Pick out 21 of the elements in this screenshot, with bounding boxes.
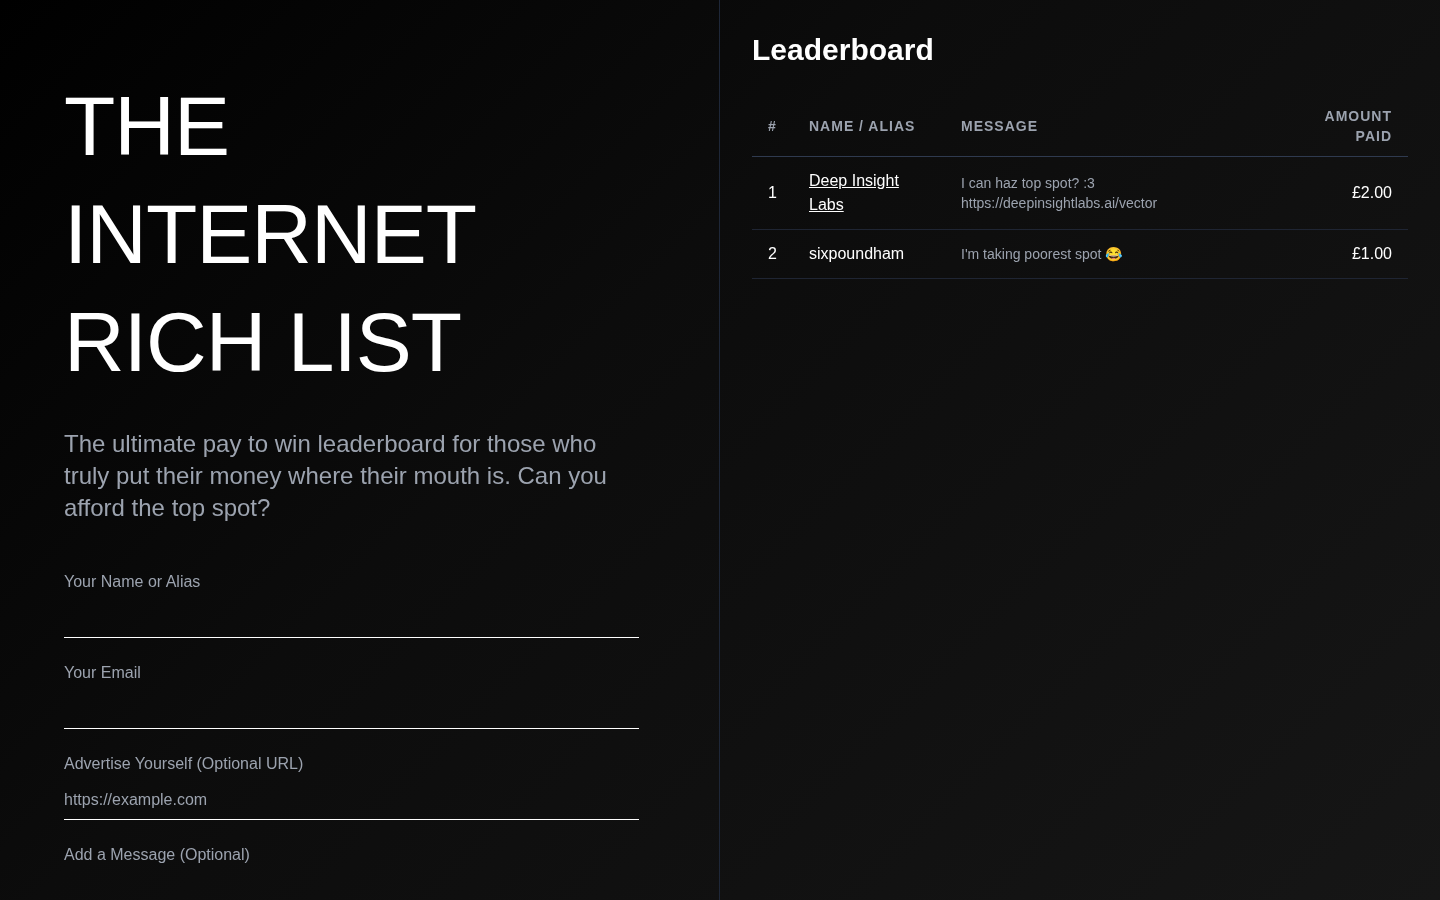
field-label: Add a Message (Optional) — [64, 846, 251, 864]
page-title: THE INTERNET RICH LIST — [64, 78, 476, 391]
column-header: AMOUNT PAID — [1306, 96, 1408, 157]
amount-cell: £2.00 — [1306, 156, 1408, 230]
rank-cell: 1 — [752, 156, 793, 230]
tagline: The ultimate pay to win leaderboard for those who truly put their money where their mouth is. Can you afford the top spot? — [64, 429, 608, 523]
name-text: sixpoundham — [809, 245, 905, 262]
rank-cell: 2 — [752, 229, 793, 279]
message-url: https://deepinsightlabs.ai/vector — [961, 194, 1159, 213]
field-label: Your Name or Alias — [64, 573, 202, 591]
message-text: I'm taking poorest spot 😂 — [961, 245, 1124, 264]
column-header: NAME / ALIAS — [793, 96, 945, 157]
leaderboard-title: Leaderboard — [752, 32, 935, 68]
field-label: Advertise Yourself (Optional URL) — [64, 755, 305, 773]
name-link[interactable]: Deep Insight Labs — [809, 169, 929, 217]
column-header: MESSAGE — [945, 96, 1306, 157]
amount-cell: £1.00 — [1306, 229, 1408, 279]
field-label: Your Email — [64, 664, 142, 682]
column-header: # — [752, 96, 793, 157]
message-text: I can haz top spot? :3 — [961, 174, 1096, 193]
input-field[interactable]: https://example.com — [64, 779, 639, 820]
